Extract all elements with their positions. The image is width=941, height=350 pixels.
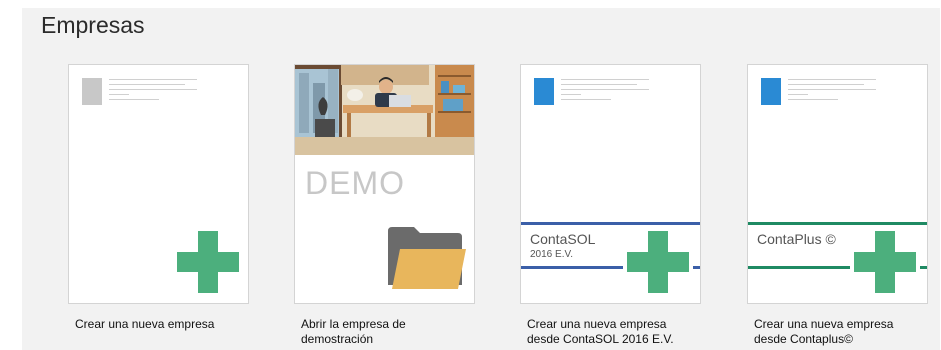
- document-blue-icon: [761, 78, 781, 105]
- document-lines-icon: [561, 79, 649, 100]
- plus-icon: [177, 231, 239, 293]
- brand-bottom-rule-end: [920, 266, 927, 269]
- tile-demo-company[interactable]: DEMO Abrir la empresa de demostración: [294, 64, 475, 347]
- document-lines-icon: [788, 79, 876, 100]
- document-blue-icon: [534, 78, 554, 105]
- tile-caption: Crear una nueva empresa desde ContaSOL 2…: [527, 317, 674, 346]
- plus-icon: [627, 231, 689, 293]
- tile-import-contaplus[interactable]: ContaPlus © Crear una nueva empresa desd…: [747, 64, 928, 347]
- tile-import-contasol-card[interactable]: ContaSOL 2016 E.V.: [520, 64, 701, 304]
- tile-import-contasol[interactable]: ContaSOL 2016 E.V. Crear una nueva empre…: [520, 64, 701, 347]
- brand-bottom-rule-end: [693, 266, 700, 269]
- tile-caption: Abrir la empresa de demostración: [301, 317, 406, 346]
- tile-caption: Crear una nueva empresa: [75, 317, 215, 331]
- folder-icon: [388, 227, 466, 289]
- brand-top-rule: [748, 222, 927, 225]
- office-illustration-icon: [295, 65, 474, 155]
- section-title: Empresas: [41, 12, 145, 38]
- tile-new-company[interactable]: Crear una nueva empresa: [68, 64, 249, 332]
- plus-icon: [854, 231, 916, 293]
- brand-bottom-rule: [748, 266, 850, 269]
- tile-import-contaplus-card[interactable]: ContaPlus ©: [747, 64, 928, 304]
- document-placeholder-icon: [82, 78, 102, 105]
- brand-name: ContaSOL: [530, 231, 596, 247]
- brand-name: ContaPlus ©: [757, 231, 836, 247]
- tile-demo-company-card[interactable]: DEMO: [294, 64, 475, 304]
- demo-label: DEMO: [305, 165, 405, 201]
- brand-top-rule: [521, 222, 700, 225]
- brand-subtitle: 2016 E.V.: [530, 249, 574, 260]
- brand-bottom-rule: [521, 266, 623, 269]
- document-lines-icon: [109, 79, 197, 100]
- tile-new-company-card[interactable]: [68, 64, 249, 304]
- tile-caption: Crear una nueva empresa desde Contaplus©: [754, 317, 894, 346]
